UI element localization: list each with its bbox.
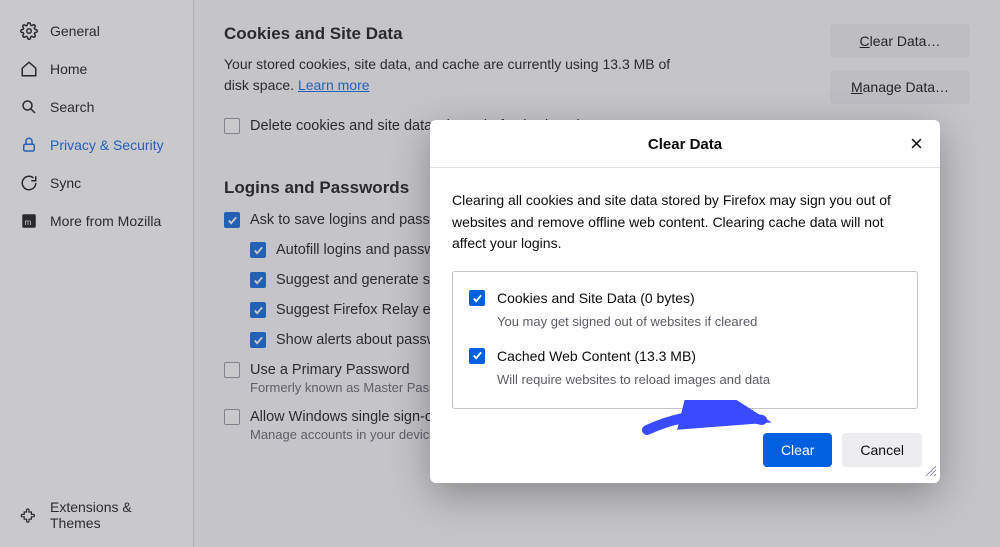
- dialog-options-panel: Cookies and Site Data (0 bytes) You may …: [452, 271, 918, 409]
- clear-data-dialog: Clear Data Clearing all cookies and site…: [430, 120, 940, 483]
- close-icon[interactable]: [907, 134, 926, 157]
- opt-cookies-checkbox[interactable]: [469, 290, 485, 306]
- dialog-clear-button[interactable]: Clear: [763, 433, 832, 467]
- dialog-cancel-button[interactable]: Cancel: [842, 433, 922, 467]
- dialog-title: Clear Data: [648, 136, 722, 153]
- opt-cache-checkbox[interactable]: [469, 348, 485, 364]
- opt-cookies-sub: You may get signed out of websites if cl…: [497, 312, 757, 332]
- resize-grip-icon[interactable]: [924, 463, 936, 479]
- dialog-body-text: Clearing all cookies and site data store…: [452, 190, 918, 255]
- opt-cache-title: Cached Web Content (13.3 MB): [497, 346, 770, 368]
- opt-cookies-title: Cookies and Site Data (0 bytes): [497, 288, 757, 310]
- opt-cache-sub: Will require websites to reload images a…: [497, 370, 770, 390]
- dialog-header: Clear Data: [430, 120, 940, 168]
